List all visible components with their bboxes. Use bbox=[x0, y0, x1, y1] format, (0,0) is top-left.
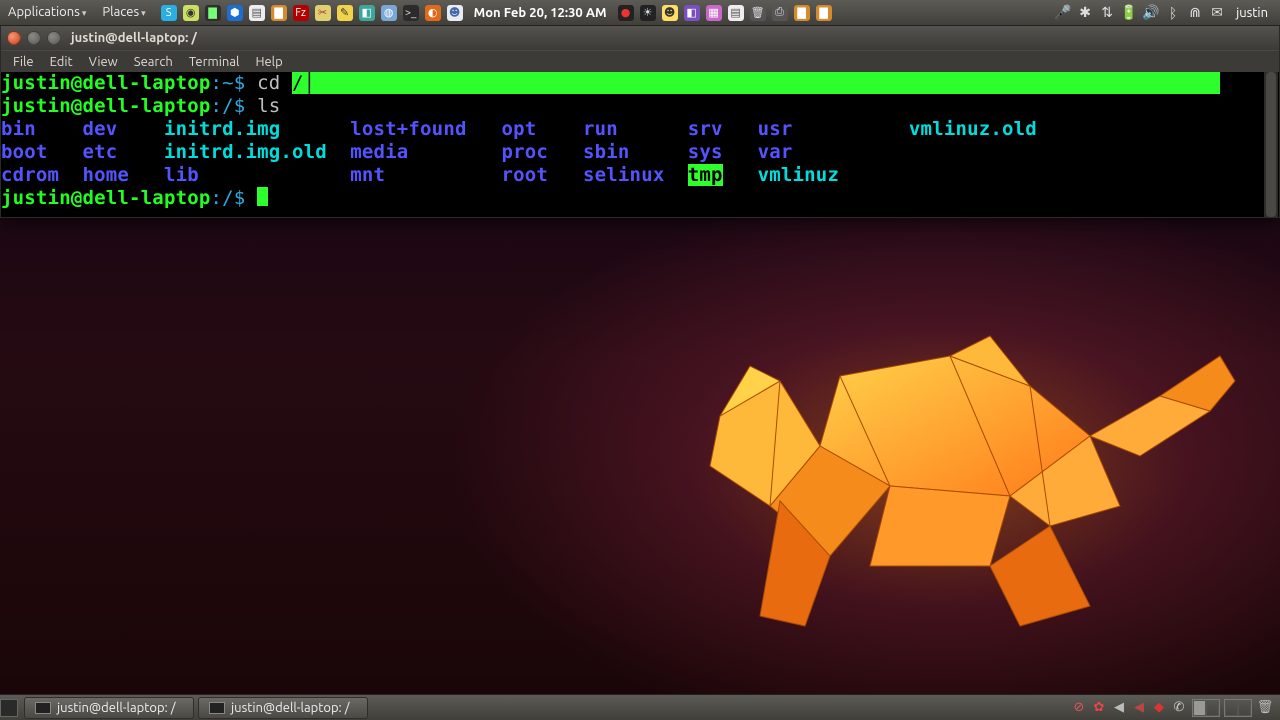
weather-icon[interactable]: ☀ bbox=[638, 0, 658, 26]
menu-view[interactable]: View bbox=[81, 55, 126, 69]
red-sq-icon[interactable]: ◆ bbox=[1150, 699, 1168, 717]
mail-icon[interactable]: ✉ bbox=[1206, 4, 1228, 21]
top-panel: Applications Places S◉▇⬢▤▇Fz✂✎◧◍>_◐☻ Mon… bbox=[0, 0, 1280, 26]
terminal-menubar: File Edit View Search Terminal Help bbox=[1, 50, 1279, 72]
notes-icon[interactable]: ✎ bbox=[335, 0, 355, 26]
folder3-icon[interactable]: ▇ bbox=[814, 0, 834, 26]
v1-icon[interactable]: ◀ bbox=[1110, 699, 1128, 717]
scissors-icon[interactable]: ✂ bbox=[313, 0, 333, 26]
bluetooth-2-icon[interactable]: ✱ bbox=[1074, 4, 1096, 21]
menu-terminal[interactable]: Terminal bbox=[181, 55, 248, 69]
trash-icon[interactable]: 🗑 bbox=[748, 0, 768, 26]
taskbar-item-1[interactable]: justin@dell-laptop: / bbox=[24, 697, 194, 719]
terminal-icon bbox=[35, 702, 51, 714]
battery-icon[interactable]: 🔋 bbox=[1118, 4, 1140, 21]
menu-applications[interactable]: Applications bbox=[0, 0, 94, 26]
show-desktop-button[interactable] bbox=[0, 699, 18, 717]
menu-edit[interactable]: Edit bbox=[42, 55, 81, 69]
monitor-icon[interactable]: ▇ bbox=[203, 0, 223, 26]
folder2-icon[interactable]: ▇ bbox=[792, 0, 812, 26]
teal-app-icon[interactable]: ◧ bbox=[357, 0, 377, 26]
blue-globe-icon[interactable]: ◍ bbox=[379, 0, 399, 26]
dropbox-icon[interactable]: ⬢ bbox=[225, 0, 245, 26]
doc-icon[interactable]: ▤ bbox=[247, 0, 267, 26]
purple-app-icon[interactable]: ◧ bbox=[682, 0, 702, 26]
red-app-icon[interactable]: ✿ bbox=[1090, 699, 1108, 717]
chat-icon[interactable]: ☻ bbox=[445, 0, 465, 26]
mic-icon[interactable]: 🎤 bbox=[1052, 4, 1074, 21]
minimize-icon[interactable] bbox=[27, 31, 41, 45]
emoji-icon[interactable]: ☻ bbox=[660, 0, 680, 26]
terminal-icon[interactable]: >_ bbox=[401, 0, 421, 26]
grid-icon[interactable]: ▦ bbox=[704, 0, 724, 26]
terminal-scrollbar[interactable] bbox=[1264, 72, 1278, 217]
terminal-cursor-icon bbox=[257, 187, 268, 206]
nosign-icon[interactable]: ⊘ bbox=[1070, 699, 1088, 717]
bluetooth-icon[interactable]: ᛒ bbox=[1162, 5, 1184, 21]
wifi-icon[interactable]: ⋒ bbox=[1184, 4, 1206, 21]
bottom-tray: ⊘✿◀◀◆✆ 🗑 bbox=[1070, 699, 1280, 717]
maximize-icon[interactable] bbox=[47, 31, 61, 45]
terminal-window: justin@dell-laptop: / File Edit View Sea… bbox=[0, 26, 1280, 218]
trash-tray-icon[interactable]: 🗑 bbox=[1256, 699, 1274, 717]
page-icon[interactable]: ▤ bbox=[726, 0, 746, 26]
firefox-icon[interactable]: ◐ bbox=[423, 0, 443, 26]
skype-icon[interactable]: S bbox=[159, 0, 179, 26]
menu-help[interactable]: Help bbox=[247, 55, 290, 69]
menu-search[interactable]: Search bbox=[126, 55, 181, 69]
recorder-icon[interactable]: ● bbox=[616, 0, 636, 26]
phone-icon[interactable]: ✆ bbox=[1170, 699, 1188, 717]
volume-icon[interactable]: 🔊 bbox=[1140, 4, 1162, 21]
menu-places[interactable]: Places bbox=[94, 0, 153, 26]
terminal-titlebar[interactable]: justin@dell-laptop: / bbox=[1, 26, 1279, 50]
terminal-icon bbox=[209, 702, 225, 714]
workspace-switcher-2[interactable] bbox=[1224, 699, 1252, 717]
bottom-panel: justin@dell-laptop: / justin@dell-laptop… bbox=[0, 694, 1280, 720]
printer-icon[interactable]: ⎙ bbox=[770, 0, 790, 26]
taskbar-item-2[interactable]: justin@dell-laptop: / bbox=[198, 697, 368, 719]
window-title: justin@dell-laptop: / bbox=[71, 31, 197, 45]
terminal-output[interactable]: justin@dell-laptop:~$ cd /│ justin@dell-… bbox=[1, 72, 1279, 217]
scrollbar-thumb[interactable] bbox=[1266, 72, 1276, 217]
folder-icon[interactable]: ▇ bbox=[269, 0, 289, 26]
clock[interactable]: Mon Feb 20, 12:30 AM bbox=[466, 6, 615, 20]
arrows-icon[interactable]: ⇅ bbox=[1096, 4, 1118, 21]
user-menu[interactable]: justin bbox=[1228, 6, 1276, 20]
workspace-switcher[interactable] bbox=[1192, 699, 1220, 717]
filezilla-icon[interactable]: Fz bbox=[291, 0, 311, 26]
taskbar-item-label: justin@dell-laptop: / bbox=[57, 701, 176, 715]
wallpaper-lynx-icon bbox=[690, 326, 1250, 656]
v2-icon[interactable]: ◀ bbox=[1130, 699, 1148, 717]
taskbar-item-label: justin@dell-laptop: / bbox=[231, 701, 350, 715]
menu-file[interactable]: File bbox=[5, 55, 42, 69]
close-icon[interactable] bbox=[7, 31, 21, 45]
generic-yel-icon[interactable]: ◉ bbox=[181, 0, 201, 26]
